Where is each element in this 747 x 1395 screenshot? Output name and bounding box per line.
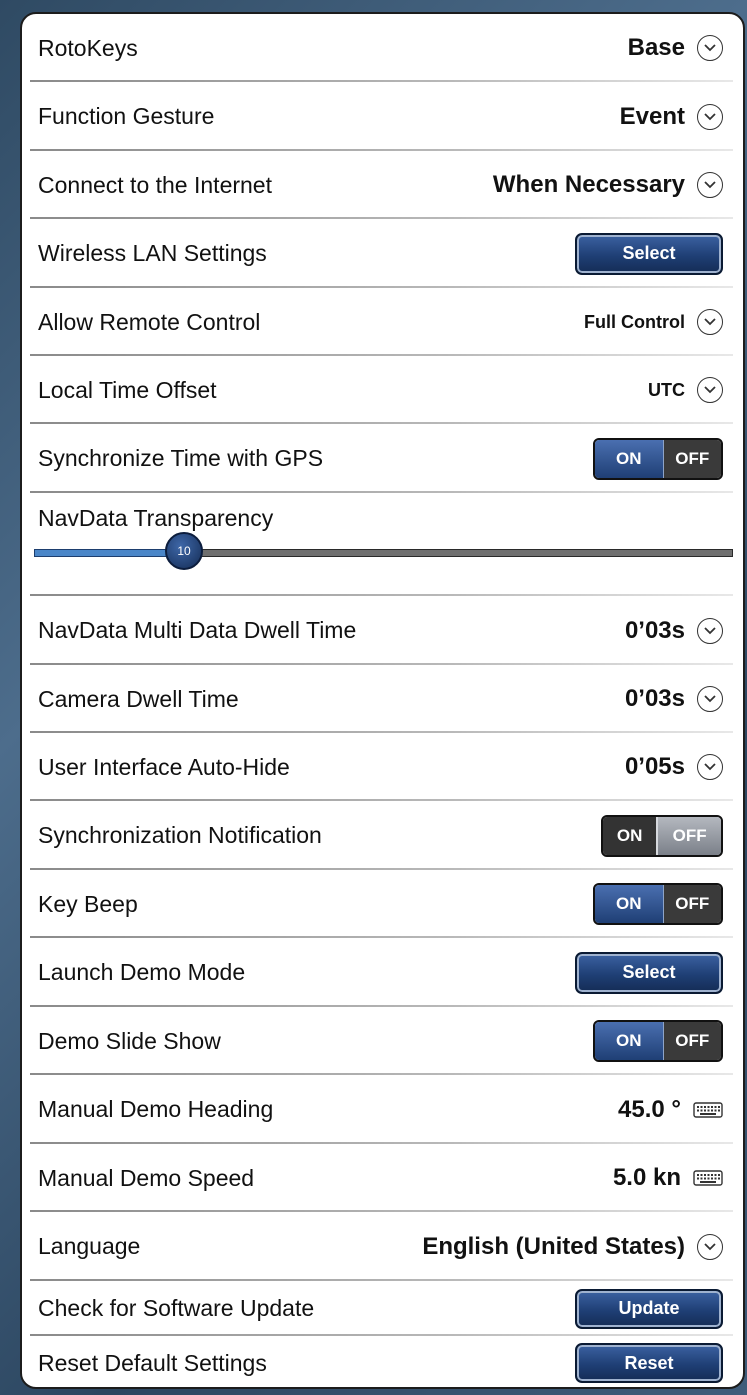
setting-value: Event [619,102,685,130]
setting-demo-speed[interactable]: Manual Demo Speed 5.0 kn [22,1144,743,1212]
setting-value: 5.0 kn [612,1164,681,1191]
chevron-down-icon[interactable] [697,35,723,61]
chevron-down-icon[interactable] [697,686,723,712]
setting-label: Camera Dwell Time [38,685,239,712]
setting-navdata-transparency: NavData Transparency [22,493,743,596]
setting-label: Language [38,1233,141,1259]
toggle-on[interactable]: ON [595,885,664,923]
key-beep-toggle[interactable]: ON OFF [593,883,723,925]
setting-sync-notification: Synchronization Notification ON OFF [22,801,743,870]
toggle-on[interactable]: ON [603,816,657,855]
setting-key-beep: Key Beep ON OFF [22,870,743,938]
setting-label: Reset Default Settings [38,1349,267,1376]
setting-label: RotoKeys [38,34,138,61]
setting-sync-time-gps: Synchronize Time with GPS ON OFF [22,424,743,493]
chevron-down-icon[interactable] [697,1233,723,1260]
setting-rotokeys[interactable]: RotoKeys Base [22,14,743,82]
setting-value: 0’03s [624,616,685,644]
setting-value: 0’03s [624,685,685,712]
settings-panel: RotoKeys Base Function Gesture Event Con… [20,12,745,1389]
setting-value: Base [627,34,685,61]
setting-label: NavData Transparency [38,505,274,531]
setting-label: Connect to the Internet [38,171,272,198]
demo-slideshow-toggle[interactable]: ON OFF [593,1020,723,1062]
setting-label: Function Gesture [38,103,215,129]
setting-label: Synchronization Notification [38,822,322,848]
toggle-on[interactable]: ON [595,439,664,478]
launch-demo-select-button[interactable]: Select [575,951,723,994]
setting-label: User Interface Auto-Hide [38,753,290,780]
setting-reset-defaults: Reset Default Settings Reset [22,1336,743,1387]
slider-track [182,549,733,557]
keyboard-icon[interactable] [693,1101,723,1118]
setting-language[interactable]: Language English (United States) [22,1212,743,1281]
chevron-down-icon[interactable] [697,377,723,403]
slider-value: 10 [177,544,191,558]
setting-label: Demo Slide Show [38,1027,221,1054]
toggle-off[interactable]: OFF [663,439,721,478]
slider-thumb[interactable]: 10 [165,532,203,570]
setting-label: Key Beep [38,890,138,917]
setting-label: Wireless LAN Settings [38,240,267,266]
reset-button[interactable]: Reset [575,1343,723,1383]
setting-label: Synchronize Time with GPS [38,445,324,471]
wireless-select-button[interactable]: Select [575,232,723,275]
setting-value: 0’05s [624,753,685,780]
setting-value: Full Control [584,311,685,332]
setting-value: When Necessary [492,171,685,198]
setting-function-gesture[interactable]: Function Gesture Event [22,82,743,151]
chevron-down-icon[interactable] [697,309,723,335]
setting-label: Local Time Offset [38,376,217,403]
setting-connect-internet[interactable]: Connect to the Internet When Necessary [22,151,743,219]
setting-value: 45.0 ° [618,1095,681,1123]
sync-gps-toggle[interactable]: ON OFF [593,437,723,480]
slider-fill [34,549,184,557]
setting-value: English (United States) [422,1232,685,1260]
chevron-down-icon[interactable] [697,754,723,780]
toggle-off[interactable]: OFF [663,1022,721,1060]
setting-camera-dwell[interactable]: Camera Dwell Time 0’03s [22,665,743,733]
setting-time-offset[interactable]: Local Time Offset UTC [22,356,743,424]
setting-remote-control[interactable]: Allow Remote Control Full Control [22,288,743,356]
chevron-down-icon[interactable] [697,103,723,130]
keyboard-icon[interactable] [693,1170,723,1186]
setting-label: NavData Multi Data Dwell Time [38,617,357,643]
setting-software-update: Check for Software Update Update [22,1281,743,1336]
setting-label: Manual Demo Heading [38,1096,274,1122]
setting-demo-slideshow: Demo Slide Show ON OFF [22,1007,743,1075]
setting-label: Launch Demo Mode [38,959,246,985]
setting-demo-heading[interactable]: Manual Demo Heading 45.0 ° [22,1075,743,1144]
setting-wireless-lan: Wireless LAN Settings Select [22,219,743,288]
toggle-off[interactable]: OFF [663,885,721,923]
toggle-on[interactable]: ON [595,1022,664,1060]
setting-value: UTC [648,379,685,400]
setting-launch-demo: Launch Demo Mode Select [22,938,743,1007]
setting-label: Check for Software Update [38,1295,315,1321]
setting-ui-autohide[interactable]: User Interface Auto-Hide 0’05s [22,733,743,801]
chevron-down-icon[interactable] [697,617,723,644]
setting-label: Allow Remote Control [38,308,261,335]
sync-notification-toggle[interactable]: ON OFF [601,814,723,857]
chevron-down-icon[interactable] [697,172,723,198]
setting-multi-dwell[interactable]: NavData Multi Data Dwell Time 0’03s [22,596,743,665]
setting-label: Manual Demo Speed [38,1164,255,1191]
toggle-off[interactable]: OFF [656,816,721,855]
update-button[interactable]: Update [575,1288,723,1329]
